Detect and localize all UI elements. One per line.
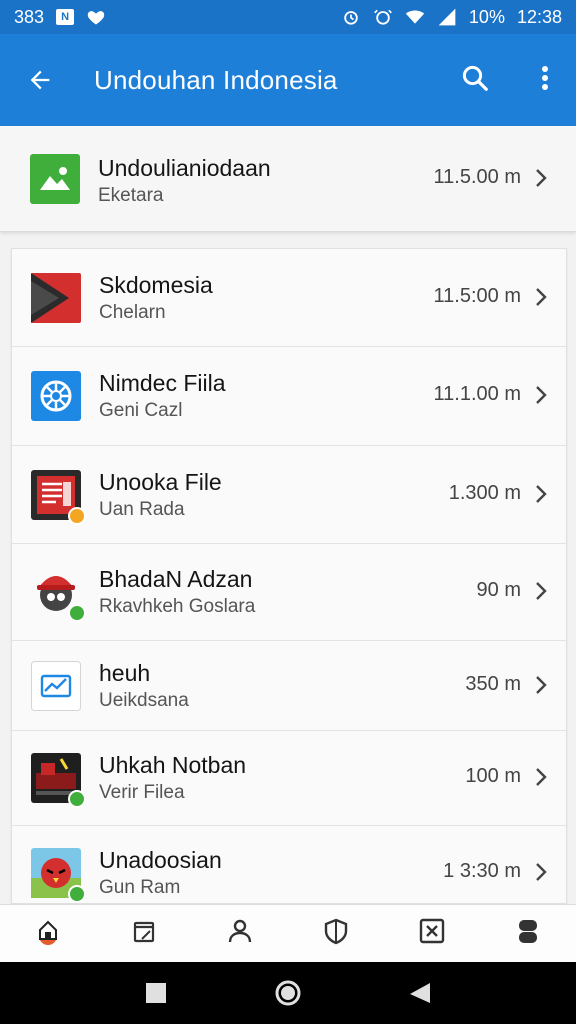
back-arrow-icon[interactable]: [20, 60, 60, 100]
recents-square-icon[interactable]: [134, 971, 178, 1015]
item-sub: Geni Cazl: [99, 400, 183, 421]
list-item[interactable]: Unooka File Uan Rada 1.300 m: [12, 446, 566, 544]
status-badge: [68, 885, 86, 903]
item-name: Nimdec Fiila: [99, 370, 226, 396]
home-icon: [34, 917, 62, 950]
item-name: Unooka File: [99, 469, 222, 495]
status-bar: 383 N 10% 12:38: [0, 0, 576, 34]
nav-close-box-button[interactable]: [404, 906, 460, 962]
item-size: 100 m: [465, 765, 521, 787]
item-sub: Gun Ram: [99, 877, 181, 898]
bottom-nav: [0, 904, 576, 962]
list-item[interactable]: heuh Ueikdsana 350 m: [12, 641, 566, 731]
home-circle-icon[interactable]: [266, 971, 310, 1015]
alarm-icon: [341, 7, 361, 27]
storage-icon: [514, 917, 542, 950]
featured-item[interactable]: Undoulianiodaan Eketara 11.5.00 m: [0, 126, 576, 232]
chevron-right-icon[interactable]: [530, 580, 552, 602]
nav-home-button[interactable]: [20, 906, 76, 962]
item-size: 1 3:30 m: [443, 860, 521, 882]
back-triangle-icon[interactable]: [398, 971, 442, 1015]
search-icon[interactable]: [455, 58, 495, 98]
featured-name: Undoulianiodaan: [98, 155, 271, 181]
play-icon: [31, 273, 81, 323]
list-item[interactable]: Skdomesia Chelarn 11.5:00 m: [12, 249, 566, 347]
person-icon: [226, 917, 254, 950]
featured-size: 11.5.00 m: [433, 166, 521, 188]
item-sub: Ueikdsana: [99, 690, 189, 711]
list-item[interactable]: Nimdec Fiila Geni Cazl 11.1.00 m: [12, 347, 566, 446]
more-vert-icon[interactable]: [527, 58, 563, 98]
status-time-right: 12:38: [516, 6, 562, 27]
status-time-left: 383: [14, 6, 45, 27]
nav-files-button[interactable]: [116, 906, 172, 962]
alarm-icon-2: [373, 7, 393, 27]
aperture-icon: [31, 371, 81, 421]
files-icon: [130, 917, 158, 950]
nav-storage-button[interactable]: [500, 906, 556, 962]
list-item[interactable]: Uhkah Notban Verir Filea 100 m: [12, 731, 566, 826]
file-list: Skdomesia Chelarn 11.5:00 m Nimdec Fiila…: [11, 248, 567, 904]
chevron-right-icon[interactable]: [530, 674, 552, 696]
notif-letter: N: [61, 11, 70, 23]
heart-icon: [86, 7, 106, 27]
item-name: heuh: [99, 660, 151, 686]
battery-percent: 10%: [468, 6, 505, 27]
item-size: 11.1.00 m: [433, 383, 521, 405]
item-name: Uhkah Notban: [99, 752, 247, 778]
nav-profile-button[interactable]: [212, 906, 268, 962]
item-sub: Chelarn: [99, 302, 166, 323]
status-badge: [68, 507, 86, 525]
signal-icon: [437, 7, 457, 27]
item-size: 1.300 m: [448, 482, 521, 504]
chevron-right-icon[interactable]: [530, 384, 552, 406]
chevron-right-icon[interactable]: [530, 861, 552, 883]
mascot-icon: [31, 567, 86, 622]
document-icon: [31, 470, 86, 525]
chevron-right-icon[interactable]: [530, 167, 552, 189]
item-size: 11.5:00 m: [433, 285, 521, 307]
page-title: Undouhan Indonesia: [94, 64, 338, 95]
list-item[interactable]: BhadaN Adzan Rkavhkeh Goslara 90 m: [12, 544, 566, 641]
game-icon: [31, 753, 86, 808]
item-size: 90 m: [476, 579, 521, 601]
nav-shield-button[interactable]: [308, 906, 364, 962]
item-name: Unadoosian: [99, 847, 222, 873]
image-icon: [30, 154, 80, 204]
list-item[interactable]: Unadoosian Gun Ram 1 3:30 m: [12, 826, 566, 903]
bird-icon: [31, 848, 86, 903]
close-box-icon: [418, 917, 446, 950]
app-bar: Undouhan Indonesia: [0, 34, 576, 160]
chart-icon: [31, 661, 81, 711]
chevron-right-icon[interactable]: [530, 766, 552, 788]
item-sub: Uan Rada: [99, 499, 185, 520]
item-sub: Verir Filea: [99, 782, 185, 803]
item-size: 350 m: [465, 673, 521, 695]
notification-n-icon: N: [56, 9, 75, 25]
status-badge: [68, 790, 86, 808]
featured-sub: Eketara: [98, 185, 164, 206]
system-nav-bar: [0, 962, 576, 1024]
status-badge: [68, 604, 86, 622]
shield-icon: [322, 917, 350, 950]
item-name: BhadaN Adzan: [99, 566, 253, 592]
wifi-icon: [405, 7, 425, 27]
chevron-right-icon[interactable]: [530, 286, 552, 308]
item-sub: Rkavhkeh Goslara: [99, 596, 256, 617]
item-name: Skdomesia: [99, 272, 213, 298]
chevron-right-icon[interactable]: [530, 483, 552, 505]
